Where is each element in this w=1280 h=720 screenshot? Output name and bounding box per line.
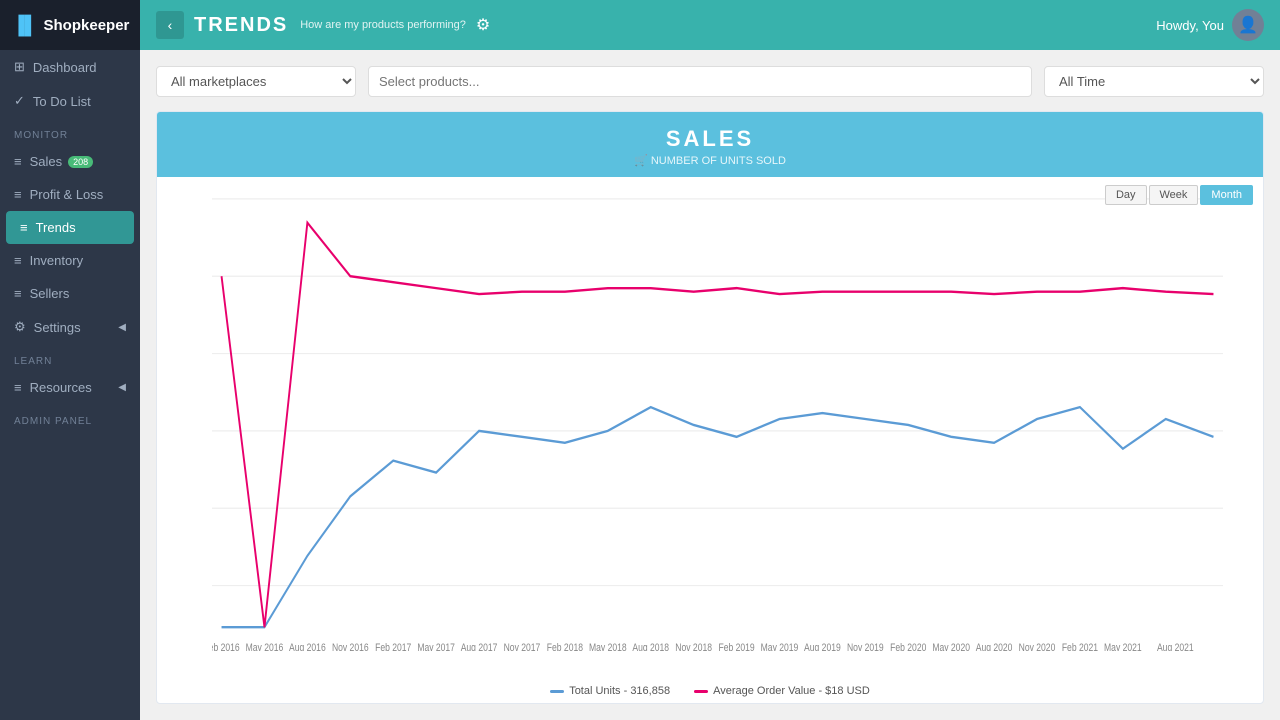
svg-text:Nov 2016: Nov 2016 <box>332 642 369 651</box>
page-title: TRENDS <box>194 14 288 37</box>
products-input[interactable] <box>368 66 1032 97</box>
profit-icon: ≡ <box>14 187 22 202</box>
logo-icon: ▐▌ <box>12 15 38 36</box>
chart-card: SALES 🛒 NUMBER OF UNITS SOLD Day Week Mo… <box>156 111 1264 704</box>
week-button[interactable]: Week <box>1149 185 1199 205</box>
svg-text:Nov 2019: Nov 2019 <box>847 642 884 651</box>
svg-text:Feb 2020: Feb 2020 <box>890 642 927 651</box>
sidebar: ▐▌ Shopkeeper ⊞ Dashboard ✓ To Do List M… <box>0 0 140 720</box>
settings-arrow: ◀ <box>118 322 126 333</box>
sidebar-item-label: Dashboard <box>33 60 97 75</box>
svg-text:May 2018: May 2018 <box>589 642 627 651</box>
sidebar-item-inventory[interactable]: ≡ Inventory <box>0 244 140 277</box>
svg-text:Aug 2019: Aug 2019 <box>804 642 841 651</box>
time-buttons: Day Week Month <box>1105 185 1253 205</box>
resources-arrow: ◀ <box>118 382 126 393</box>
avatar: 👤 <box>1232 9 1264 41</box>
section-monitor-label: MONITOR <box>0 118 140 145</box>
legend-units: Total Units - 316,858 <box>550 685 670 697</box>
content-area: All marketplaces All Time Last 30 Days L… <box>140 50 1280 720</box>
dashboard-icon: ⊞ <box>14 59 25 75</box>
chart-body: Day Week Month <box>157 177 1263 681</box>
sidebar-item-label: Sellers <box>30 286 70 301</box>
svg-text:Feb 2021: Feb 2021 <box>1062 642 1098 651</box>
svg-text:May 2016: May 2016 <box>246 642 284 651</box>
logo-area: ▐▌ Shopkeeper <box>0 0 140 50</box>
svg-text:Feb 2019: Feb 2019 <box>718 642 754 651</box>
legend-avg-label: Average Order Value - $18 USD <box>713 685 870 697</box>
chart-header: SALES 🛒 NUMBER OF UNITS SOLD <box>157 112 1263 177</box>
sidebar-item-dashboard[interactable]: ⊞ Dashboard <box>0 50 140 84</box>
page-subtitle: How are my products performing? <box>300 19 466 31</box>
section-learn-label: LEARN <box>0 344 140 371</box>
settings-button[interactable]: ⚙ <box>476 15 490 35</box>
chart-svg: 12000 10000 8000 6000 4000 2000 0 $25 $2… <box>212 187 1223 651</box>
resources-icon: ≡ <box>14 380 22 395</box>
sidebar-item-sales[interactable]: ≡ Sales 208 <box>0 145 140 178</box>
legend-units-label: Total Units - 316,858 <box>569 685 670 697</box>
svg-text:Aug 2021: Aug 2021 <box>1157 642 1194 651</box>
sidebar-item-todo[interactable]: ✓ To Do List <box>0 84 140 118</box>
svg-text:May 2017: May 2017 <box>417 642 455 651</box>
topbar: ‹ TRENDS How are my products performing?… <box>140 0 1280 50</box>
svg-text:Aug 2016: Aug 2016 <box>289 642 326 651</box>
settings-icon: ⚙ <box>14 319 26 335</box>
svg-text:Aug 2020: Aug 2020 <box>976 642 1013 651</box>
sidebar-item-settings[interactable]: ⚙ Settings ◀ <box>0 310 140 344</box>
svg-text:Nov 2017: Nov 2017 <box>504 642 541 651</box>
inventory-icon: ≡ <box>14 253 22 268</box>
sidebar-item-label: To Do List <box>33 94 91 109</box>
marketplace-select[interactable]: All marketplaces <box>156 66 356 97</box>
sales-badge: 208 <box>68 156 93 168</box>
svg-text:May 2019: May 2019 <box>761 642 799 651</box>
chart-title: SALES <box>157 126 1263 152</box>
svg-text:Feb 2017: Feb 2017 <box>375 642 411 651</box>
svg-text:Aug 2017: Aug 2017 <box>461 642 498 651</box>
legend-avg-dot <box>694 690 708 693</box>
svg-text:May 2020: May 2020 <box>932 642 970 651</box>
sidebar-item-label: Trends <box>36 220 76 235</box>
legend-avg: Average Order Value - $18 USD <box>694 685 870 697</box>
user-area: Howdy, You 👤 <box>1156 9 1264 41</box>
day-button[interactable]: Day <box>1105 185 1147 205</box>
sidebar-item-sellers[interactable]: ≡ Sellers <box>0 277 140 310</box>
chart-subtitle: 🛒 NUMBER OF UNITS SOLD <box>157 154 1263 167</box>
user-greeting: Howdy, You <box>1156 18 1224 33</box>
sellers-icon: ≡ <box>14 286 22 301</box>
sidebar-item-label: Sales <box>30 154 63 169</box>
svg-text:Feb 2018: Feb 2018 <box>547 642 583 651</box>
legend-units-dot <box>550 690 564 693</box>
sidebar-item-label: Resources <box>30 380 92 395</box>
sidebar-item-label: Profit & Loss <box>30 187 104 202</box>
back-button[interactable]: ‹ <box>156 11 184 39</box>
section-admin-label: ADMIN PANEL <box>0 404 140 431</box>
sidebar-item-profit[interactable]: ≡ Profit & Loss <box>0 178 140 211</box>
sales-icon: ≡ <box>14 154 22 169</box>
logo-text: Shopkeeper <box>44 17 130 34</box>
time-select[interactable]: All Time Last 30 Days Last 90 Days Last … <box>1044 66 1264 97</box>
filter-bar: All marketplaces All Time Last 30 Days L… <box>156 66 1264 97</box>
main-area: ‹ TRENDS How are my products performing?… <box>140 0 1280 720</box>
svg-text:Aug 2018: Aug 2018 <box>632 642 669 651</box>
sidebar-item-label: Settings <box>34 320 81 335</box>
chart-legend: Total Units - 316,858 Average Order Valu… <box>157 681 1263 703</box>
chart-subtitle-icon: 🛒 <box>634 155 648 167</box>
sidebar-item-trends[interactable]: ≡ Trends <box>6 211 134 244</box>
svg-text:Feb 2016: Feb 2016 <box>212 642 240 651</box>
svg-text:Nov 2020: Nov 2020 <box>1019 642 1056 651</box>
trends-icon: ≡ <box>20 220 28 235</box>
svg-text:May 2021: May 2021 <box>1104 642 1142 651</box>
sidebar-item-label: Inventory <box>30 253 83 268</box>
chart-subtitle-text: NUMBER OF UNITS SOLD <box>651 155 786 167</box>
todo-icon: ✓ <box>14 93 25 109</box>
month-button[interactable]: Month <box>1200 185 1253 205</box>
svg-text:Nov 2018: Nov 2018 <box>675 642 712 651</box>
sidebar-item-resources[interactable]: ≡ Resources ◀ <box>0 371 140 404</box>
